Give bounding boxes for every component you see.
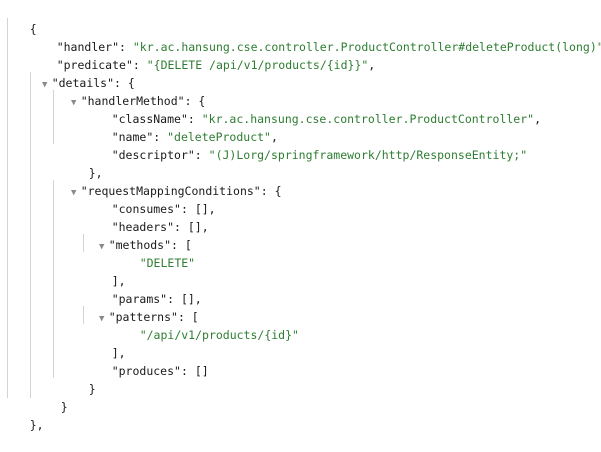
json-line: ▼ "methods": [	[67, 218, 192, 252]
json-line: ▼ "handlerMethod": {	[39, 74, 205, 108]
descriptor-value: "(J)Lorg/springframework/http/ResponseEn…	[208, 148, 528, 162]
collapse-toggle-request-mapping-conditions-icon[interactable]: ▼	[67, 184, 81, 202]
collapse-toggle-handler-method-icon[interactable]: ▼	[67, 94, 81, 112]
json-line: ▼ "patterns": [	[67, 290, 199, 324]
json-line: "descriptor": "(J)Lorg/springframework/h…	[111, 148, 528, 162]
produces-key: "produces"	[111, 364, 181, 378]
produces-value: []	[194, 364, 209, 378]
request-mapping-conditions-close: }	[88, 382, 96, 396]
json-line: "predicate": "{DELETE /api/v1/products/{…	[56, 58, 376, 72]
json-line: ],	[84, 326, 126, 360]
root-close-brace: },	[29, 418, 44, 432]
json-line: ▼ "details": {	[10, 56, 135, 90]
details-close: }	[60, 400, 68, 414]
json-line: "/api/v1/products/{id}"	[112, 308, 299, 342]
predicate-value: "{DELETE /api/v1/products/{id}}"	[146, 58, 369, 72]
json-line: "consumes": [],	[111, 202, 216, 216]
indent-guide	[30, 72, 31, 398]
json-line: "DELETE"	[112, 236, 195, 270]
json-line: },	[2, 398, 44, 432]
json-line: }	[33, 380, 68, 414]
json-line: ],	[84, 254, 126, 288]
json-line: "className": "kr.ac.hansung.cse.controll…	[111, 112, 542, 126]
json-line: },	[61, 146, 103, 180]
json-line: }	[61, 362, 96, 396]
json-line: "produces": []	[111, 364, 209, 378]
json-line: "headers": [],	[111, 220, 209, 234]
json-line: ▼ "requestMappingConditions": {	[39, 164, 282, 198]
json-line: "name": "deleteProduct",	[111, 130, 278, 144]
json-line: "params": [],	[111, 292, 202, 306]
indent-guide	[7, 18, 8, 398]
methods-item: "DELETE"	[139, 256, 196, 270]
json-line: "handler": "kr.ac.hansung.cse.controller…	[29, 20, 601, 54]
patterns-item: "/api/v1/products/{id}"	[139, 328, 299, 342]
descriptor-key: "descriptor"	[111, 148, 195, 162]
indent-guide	[53, 180, 54, 378]
json-line: {	[2, 2, 37, 36]
json-viewer: { "handler": "kr.ac.hansung.cse.controll…	[0, 0, 601, 432]
